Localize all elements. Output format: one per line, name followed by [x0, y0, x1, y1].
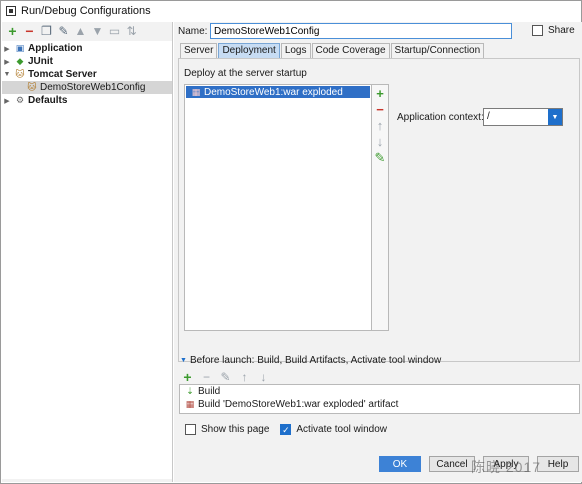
- tree-item-tomcat[interactable]: ▼ 🐱 Tomcat Server: [2, 68, 172, 81]
- artifact-icon: ▦: [191, 86, 201, 97]
- expand-icon[interactable]: ▶: [2, 45, 12, 53]
- add-icon[interactable]: +: [181, 370, 194, 384]
- config-tabs: Server Deployment Logs Code Coverage Sta…: [180, 43, 485, 58]
- artifact-icon: ▦: [185, 399, 195, 409]
- before-launch-header[interactable]: ▼ Before launch: Build, Build Artifacts,…: [180, 355, 441, 366]
- show-page-label: Show this page: [201, 424, 270, 435]
- context-select[interactable]: / ▼: [483, 108, 563, 126]
- config-editor: Name: Share Server Deployment Logs Code …: [174, 22, 582, 482]
- ok-button[interactable]: OK: [379, 456, 421, 472]
- tree-item-label: Tomcat Server: [28, 69, 97, 80]
- move-up-icon[interactable]: ▲: [74, 25, 87, 38]
- deployment-list: ▦ DemoStoreWeb1:war exploded: [184, 84, 372, 331]
- tree-item-label: Defaults: [28, 95, 68, 106]
- build-icon: ⇣: [186, 386, 194, 396]
- chevron-down-icon[interactable]: ▼: [548, 109, 562, 125]
- move-down-icon[interactable]: ↓: [374, 135, 387, 148]
- collapse-icon[interactable]: ▼: [2, 71, 12, 78]
- move-up-icon[interactable]: ↑: [374, 119, 387, 132]
- list-item[interactable]: ⇣ Build: [180, 385, 579, 398]
- watermark: 陈晓 2017: [471, 459, 542, 475]
- tree-item-label: Application: [28, 43, 83, 54]
- before-launch-label: Before launch: Build, Build Artifacts, A…: [189, 355, 442, 366]
- application-icon: ▣: [15, 43, 25, 53]
- config-tree: ▶ ▣ Application ▶ ◆ JUnit ▼ 🐱 Tomcat Ser…: [2, 41, 172, 479]
- tab-startup-connection[interactable]: Startup/Connection: [390, 43, 485, 58]
- move-down-icon[interactable]: ↓: [257, 370, 270, 383]
- sort-icon[interactable]: ⇅: [125, 25, 138, 38]
- expand-icon[interactable]: ▶: [2, 58, 12, 66]
- name-input[interactable]: [210, 23, 512, 39]
- before-launch-toolbar: + − ✎ ↑ ↓: [181, 370, 270, 384]
- name-row: Name:: [178, 23, 207, 39]
- tree-item-demostore-config[interactable]: 🐱 DemoStoreWeb1Config: [2, 81, 172, 94]
- before-launch-item: Build: [198, 386, 221, 397]
- deployment-panel: Deploy at the server startup ▦ DemoStore…: [178, 58, 580, 362]
- settings-icon[interactable]: ✎: [57, 25, 70, 38]
- tree-item-label: JUnit: [28, 56, 53, 67]
- config-sidebar: + − ❐ ✎ ▲ ▼ ▭ ⇅ ▶ ▣ Application ▶ ◆ JUni…: [2, 22, 173, 482]
- deployment-toolbar: + − ↑ ↓ ✎: [372, 84, 389, 331]
- collapse-icon[interactable]: ▼: [180, 357, 187, 364]
- share-label: Share: [548, 25, 575, 36]
- add-icon[interactable]: +: [6, 24, 19, 38]
- help-button[interactable]: Help: [537, 456, 579, 472]
- cancel-button[interactable]: Cancel: [429, 456, 475, 472]
- deploy-item-label: DemoStoreWeb1:war exploded: [204, 86, 343, 98]
- junit-icon: ◆: [16, 56, 24, 66]
- deploy-label: Deploy at the server startup: [184, 68, 307, 79]
- tab-deployment[interactable]: Deployment: [218, 43, 280, 58]
- sidebar-toolbar: + − ❐ ✎ ▲ ▼ ▭ ⇅: [2, 22, 172, 40]
- tab-server[interactable]: Server: [180, 43, 218, 58]
- share-option[interactable]: Share: [532, 25, 575, 36]
- tab-logs[interactable]: Logs: [280, 43, 311, 58]
- remove-icon[interactable]: −: [23, 24, 36, 38]
- expand-icon[interactable]: ▶: [2, 97, 12, 105]
- copy-icon[interactable]: ❐: [40, 25, 53, 38]
- activate-tool-window-checkbox[interactable]: ✓: [280, 424, 292, 435]
- app-icon: [6, 6, 16, 16]
- before-launch-item: Build 'DemoStoreWeb1:war exploded' artif…: [198, 399, 399, 410]
- tomcat-icon: 🐱: [15, 69, 25, 79]
- defaults-icon: ⚙: [15, 95, 25, 105]
- move-down-icon[interactable]: ▼: [91, 25, 104, 38]
- move-up-icon[interactable]: ↑: [238, 370, 251, 383]
- name-label: Name:: [178, 25, 208, 37]
- tab-code-coverage[interactable]: Code Coverage: [311, 43, 390, 58]
- add-icon[interactable]: +: [374, 87, 387, 100]
- remove-icon[interactable]: −: [200, 370, 213, 383]
- title-bar: Run/Debug Configurations: [1, 1, 581, 21]
- tree-item-defaults[interactable]: ▶ ⚙ Defaults: [2, 94, 172, 107]
- folder-icon[interactable]: ▭: [108, 25, 121, 38]
- show-page-checkbox[interactable]: [185, 424, 196, 435]
- window-title: Run/Debug Configurations: [21, 5, 151, 17]
- list-item[interactable]: ▦ Build 'DemoStoreWeb1:war exploded' art…: [180, 398, 579, 411]
- launch-options: Show this page ✓ Activate tool window: [185, 424, 387, 435]
- tree-item-junit[interactable]: ▶ ◆ JUnit: [2, 55, 172, 68]
- remove-icon[interactable]: −: [374, 103, 387, 116]
- tree-item-label: DemoStoreWeb1Config: [40, 82, 146, 93]
- edit-icon[interactable]: ✎: [219, 370, 232, 383]
- tomcat-icon: 🐱: [27, 82, 37, 92]
- activate-tool-window-label: Activate tool window: [296, 424, 387, 435]
- share-checkbox[interactable]: [532, 25, 543, 36]
- tree-item-application[interactable]: ▶ ▣ Application: [2, 42, 172, 55]
- run-debug-dialog: Run/Debug Configurations + − ❐ ✎ ▲ ▼ ▭ ⇅…: [0, 0, 582, 484]
- context-label: Application context:: [397, 112, 484, 123]
- list-item[interactable]: ▦ DemoStoreWeb1:war exploded: [186, 86, 370, 98]
- before-launch-list: ⇣ Build ▦ Build 'DemoStoreWeb1:war explo…: [179, 384, 580, 414]
- edit-icon[interactable]: ✎: [374, 151, 387, 164]
- context-value: /: [487, 111, 490, 122]
